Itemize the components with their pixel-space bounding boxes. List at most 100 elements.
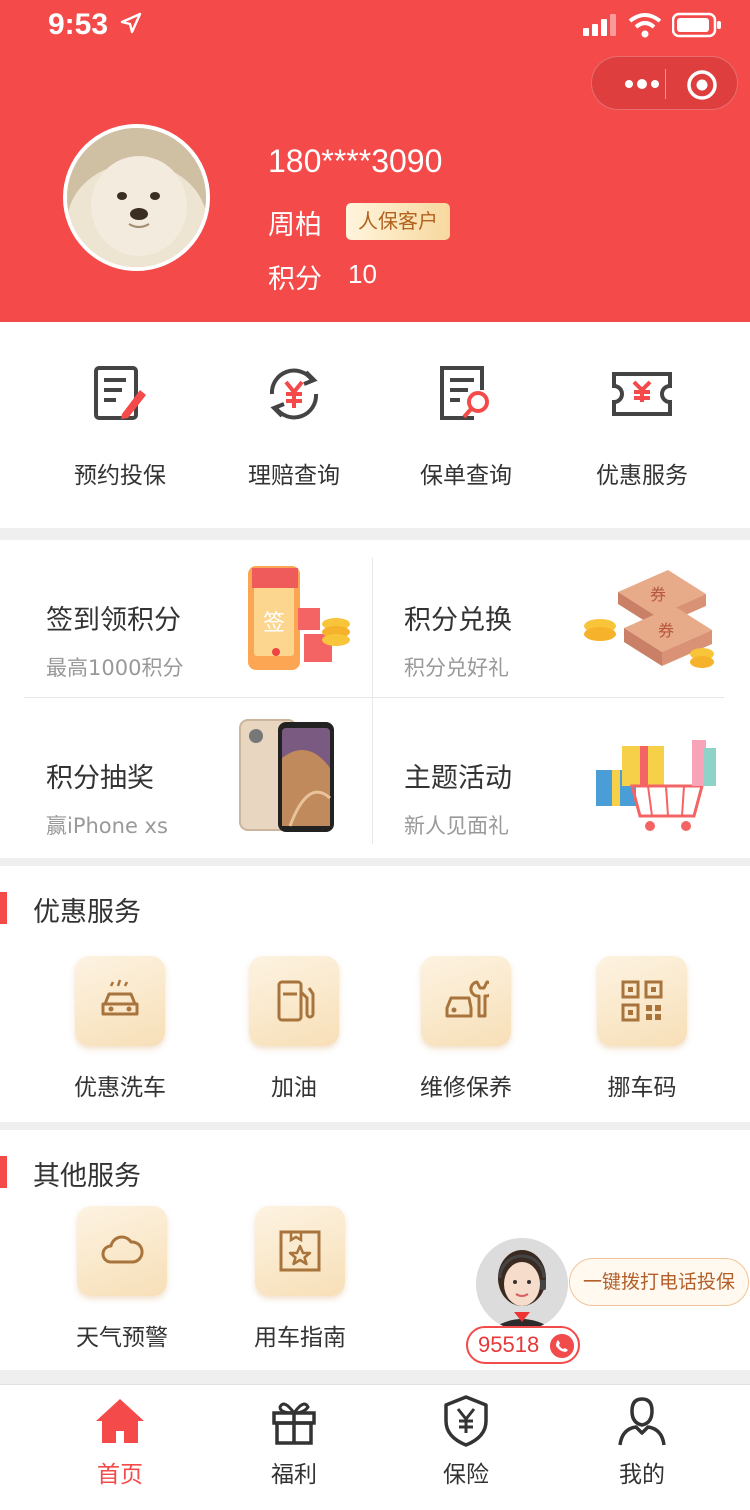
user-icon — [618, 1397, 666, 1446]
battery-icon — [672, 12, 721, 38]
quick-action-policy[interactable]: 保单查询 — [376, 362, 556, 490]
tab-label: 福利 — [271, 1462, 317, 1488]
service-label: 加油 — [271, 1075, 317, 1101]
star-book-icon — [279, 1230, 321, 1272]
wifi-icon — [628, 13, 662, 38]
iphone-illustration — [239, 719, 334, 832]
promo-subtitle: 最高1000积分 — [46, 656, 184, 680]
service-move-car-code[interactable]: 挪车码 — [552, 956, 732, 1102]
quick-action-label: 保单查询 — [420, 463, 512, 489]
promo-exchange[interactable]: 积分兑换 积分兑好礼 券 券 — [382, 558, 722, 698]
miniprogram-capsule — [591, 56, 738, 110]
service-label: 用车指南 — [254, 1325, 346, 1351]
more-dots-icon[interactable] — [612, 69, 672, 99]
agent-portrait-icon — [476, 1238, 568, 1330]
fuel-tile — [249, 956, 339, 1046]
tab-home[interactable]: 首页 — [50, 1393, 190, 1489]
promo-subtitle: 新人见面礼 — [404, 814, 509, 838]
quick-actions: 预约投保 理赔查询 保单查询 优惠服务 — [0, 322, 750, 528]
service-car-guide[interactable]: 用车指南 — [210, 1206, 390, 1352]
tab-bar: 首页 福利 保险 我的 — [0, 1384, 750, 1510]
promo-theme[interactable]: 主题活动 新人见面礼 — [382, 716, 722, 856]
promo-divider-vertical — [372, 558, 373, 844]
promo-lottery[interactable]: 积分抽奖 赢iPhone xs — [24, 716, 364, 856]
agent-avatar[interactable] — [476, 1238, 568, 1330]
weather-tile — [77, 1206, 167, 1296]
home-icon — [96, 1399, 144, 1443]
points-label: 积分 — [268, 264, 322, 295]
hotline-button[interactable]: 95518 — [466, 1326, 580, 1364]
promo-title: 签到领积分 — [46, 605, 181, 636]
service-fuel[interactable]: 加油 — [204, 956, 384, 1102]
qr-tile — [597, 956, 687, 1046]
quick-action-label: 优惠服务 — [596, 463, 688, 489]
tab-label: 保险 — [443, 1462, 489, 1488]
discount-services-section: 优惠服务 优惠洗车 加油 维修保养 挪车码 — [0, 866, 750, 1122]
cloud-icon — [101, 1235, 144, 1264]
promo-grid: 签到领积分 最高1000积分 签 积分兑换 积分兑好礼 券 券 积分抽奖 赢iP… — [0, 540, 750, 858]
svg-text:签: 签 — [263, 611, 285, 636]
hotline-number: 95518 — [478, 1332, 540, 1357]
quick-action-label: 理赔查询 — [248, 463, 340, 489]
status-bar: 9:53 — [0, 0, 750, 50]
quick-action-discount[interactable]: 优惠服务 — [552, 362, 732, 490]
phone-number: 180****3090 — [268, 143, 443, 179]
tab-label: 我的 — [619, 1462, 665, 1488]
service-label: 优惠洗车 — [74, 1075, 166, 1101]
cellular-signal-icon — [583, 14, 616, 36]
yuan-refresh-icon — [269, 368, 319, 420]
tab-welfare[interactable]: 福利 — [224, 1393, 364, 1489]
tab-insurance[interactable]: 保险 — [396, 1393, 536, 1489]
service-label: 维修保养 — [420, 1075, 512, 1101]
svg-text:券: 券 — [658, 621, 674, 640]
promo-title: 主题活动 — [404, 763, 512, 794]
section-accent-bar — [0, 1156, 7, 1188]
gift-icon — [272, 1402, 316, 1445]
quick-action-label: 预约投保 — [74, 463, 166, 489]
shield-yuan-icon — [444, 1395, 488, 1447]
service-repair[interactable]: 维修保养 — [376, 956, 556, 1102]
service-car-wash[interactable]: 优惠洗车 — [30, 956, 210, 1102]
car-wash-tile — [75, 956, 165, 1046]
location-arrow-icon — [120, 12, 142, 34]
tab-mine[interactable]: 我的 — [572, 1393, 712, 1489]
quick-action-claims[interactable]: 理赔查询 — [204, 362, 384, 490]
car-wrench-icon — [445, 980, 489, 1018]
fuel-pump-icon — [277, 980, 315, 1022]
status-time: 9:53 — [48, 8, 109, 41]
promo-title: 积分抽奖 — [46, 763, 154, 794]
capsule-divider — [665, 69, 666, 99]
coupon-icon — [612, 372, 672, 416]
service-label: 挪车码 — [607, 1075, 677, 1101]
service-label: 天气预警 — [76, 1325, 168, 1351]
guide-tile — [255, 1206, 345, 1296]
section-accent-bar — [0, 892, 7, 924]
profile-header: 9:53 180****3090 周柏 人保客户 积分 10 — [0, 0, 750, 322]
form-edit-icon — [94, 366, 146, 420]
avatar[interactable] — [63, 124, 210, 271]
qr-code-icon — [621, 980, 663, 1022]
quick-action-appointment[interactable]: 预约投保 — [30, 362, 210, 490]
tab-label: 首页 — [97, 1462, 143, 1488]
promo-title: 积分兑换 — [404, 605, 512, 636]
call-tip[interactable]: 一键拨打电话投保 — [569, 1258, 749, 1306]
promo-subtitle: 积分兑好礼 — [404, 656, 509, 680]
points-value: 10 — [348, 259, 377, 289]
customer-badge: 人保客户 — [346, 203, 450, 240]
seal-avatar-icon — [67, 128, 206, 267]
checkin-illustration: 签 — [248, 566, 350, 670]
promo-checkin[interactable]: 签到领积分 最高1000积分 签 — [24, 558, 364, 698]
service-weather[interactable]: 天气预警 — [32, 1206, 212, 1352]
promo-subtitle: 赢iPhone xs — [46, 814, 168, 838]
repair-tile — [421, 956, 511, 1046]
section-title: 优惠服务 — [33, 897, 141, 928]
call-widget[interactable]: 一键拨打电话投保 95518 — [466, 1234, 750, 1366]
close-circle-icon[interactable] — [686, 69, 718, 101]
user-name: 周柏 — [268, 210, 322, 241]
coupon-coins-illustration: 券 券 — [584, 570, 714, 668]
phone-icon — [550, 1334, 574, 1358]
section-title: 其他服务 — [33, 1161, 141, 1192]
car-wash-icon — [101, 979, 139, 1016]
doc-search-icon — [440, 366, 489, 420]
gift-cart-illustration — [596, 740, 716, 831]
